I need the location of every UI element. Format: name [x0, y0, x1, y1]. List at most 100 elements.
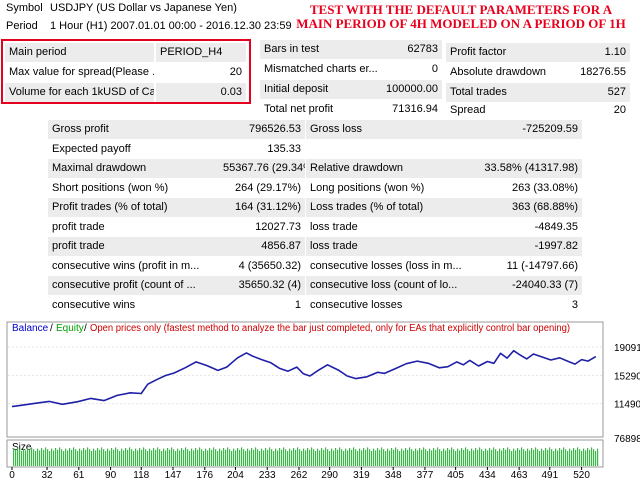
size-bar: [15, 449, 17, 466]
stat-label: Total net profit: [264, 103, 334, 115]
size-bar: [479, 447, 481, 466]
size-bar: [481, 449, 483, 466]
size-bar: [311, 447, 313, 466]
right-row-value: [476, 140, 582, 159]
size-bar: [455, 451, 457, 466]
size-bar: [265, 448, 267, 466]
param-value-volume[interactable]: 0.03: [156, 83, 246, 102]
left-row-label: consecutive profit (count of ...: [48, 276, 223, 295]
size-bar: [371, 451, 373, 466]
size-bar: [95, 450, 97, 466]
x-tick-label: 434: [479, 470, 496, 480]
size-bar: [271, 449, 273, 466]
size-bar: [335, 448, 337, 466]
size-bar: [183, 449, 185, 466]
size-bar: [207, 450, 209, 466]
size-bar: [597, 448, 599, 466]
size-bar: [233, 448, 235, 466]
size-bar: [129, 447, 131, 466]
x-tick-label: 32: [41, 470, 53, 480]
size-bar: [257, 449, 259, 466]
left-row-label: Profit trades (% of total): [48, 198, 223, 217]
annotation-line-1: TEST WITH THE DEFAULT PARAMETERS FOR A: [309, 2, 613, 17]
x-tick-label: 90: [105, 470, 117, 480]
size-bar: [287, 451, 289, 466]
left-row-label: consecutive wins: [52, 298, 136, 311]
x-tick-label: 0: [9, 470, 15, 480]
right-row-value: 33.58% (41317.98): [476, 159, 582, 178]
size-bar: [149, 448, 151, 466]
size-bar: [231, 451, 233, 466]
left-row-label: Expected payoff: [52, 142, 131, 155]
size-bar: [499, 448, 501, 466]
size-bar: [299, 449, 301, 466]
size-bar: [141, 449, 143, 466]
size-bar: [269, 447, 271, 466]
size-bar: [465, 447, 467, 466]
size-bar: [401, 448, 403, 466]
size-bar: [375, 450, 377, 466]
size-bar: [423, 447, 425, 466]
size-bar: [525, 451, 527, 466]
param-value-max-spread[interactable]: 20: [156, 63, 246, 82]
size-bar: [185, 447, 187, 466]
size-bar: [245, 451, 247, 466]
size-bar: [57, 449, 59, 466]
size-bar: [577, 447, 579, 466]
size-bar: [105, 451, 107, 466]
size-bar: [23, 448, 25, 466]
period-value: 1 Hour (H1) 2007.01.01 00:00 - 2016.12.3…: [50, 20, 292, 32]
size-bar: [83, 448, 85, 466]
size-bar: [595, 451, 597, 466]
size-bar: [215, 449, 217, 466]
size-bar: [165, 450, 167, 466]
size-bar: [313, 449, 315, 466]
size-bar: [255, 447, 257, 466]
size-bar: [475, 448, 477, 466]
size-bar: [309, 449, 311, 466]
balance-chart: Balance / Equity / Open prices only (fas…: [6, 321, 640, 480]
size-bar: [125, 448, 127, 466]
size-bar: [563, 447, 565, 466]
size-bar: [457, 448, 459, 466]
legend-separator-2: /: [84, 323, 87, 334]
size-bar: [115, 447, 117, 466]
size-bar: [241, 447, 243, 466]
legend-balance: Balance: [12, 323, 49, 334]
size-bar: [163, 448, 165, 466]
size-bar: [301, 451, 303, 466]
size-bar: [547, 449, 549, 466]
right-row-value: 263 (33.08%): [511, 181, 578, 194]
size-bar: [431, 450, 433, 466]
size-bar: [59, 447, 61, 466]
size-bar: [451, 447, 453, 466]
x-tick-label: 61: [73, 470, 85, 480]
size-bar: [101, 447, 103, 466]
size-bar: [415, 448, 417, 466]
size-bar: [53, 450, 55, 466]
size-bar: [235, 450, 237, 466]
size-bar: [519, 449, 521, 466]
size-bar: [461, 448, 463, 466]
size-bar: [281, 449, 283, 466]
size-bar: [291, 450, 293, 466]
annotation-line-2: MAIN PERIOD OF 4H MODELED ON A PERIOD OF…: [296, 16, 626, 31]
size-bar: [103, 449, 105, 466]
size-bar: [443, 448, 445, 466]
size-bar: [55, 448, 57, 466]
param-value-main-period[interactable]: PERIOD_H4: [156, 43, 246, 62]
size-bar: [41, 448, 43, 466]
size-bar: [147, 451, 149, 466]
size-bar: [349, 448, 351, 466]
size-bar: [189, 451, 191, 466]
size-bar: [121, 448, 123, 466]
size-bar: [365, 449, 367, 466]
right-row-value: 363 (68.88%): [476, 198, 582, 217]
size-bar: [139, 448, 141, 466]
size-bar: [227, 447, 229, 466]
size-bar: [131, 449, 133, 466]
size-bar: [135, 448, 137, 466]
size-bar: [567, 451, 569, 466]
size-bar: [63, 451, 65, 466]
size-bar: [517, 448, 519, 466]
